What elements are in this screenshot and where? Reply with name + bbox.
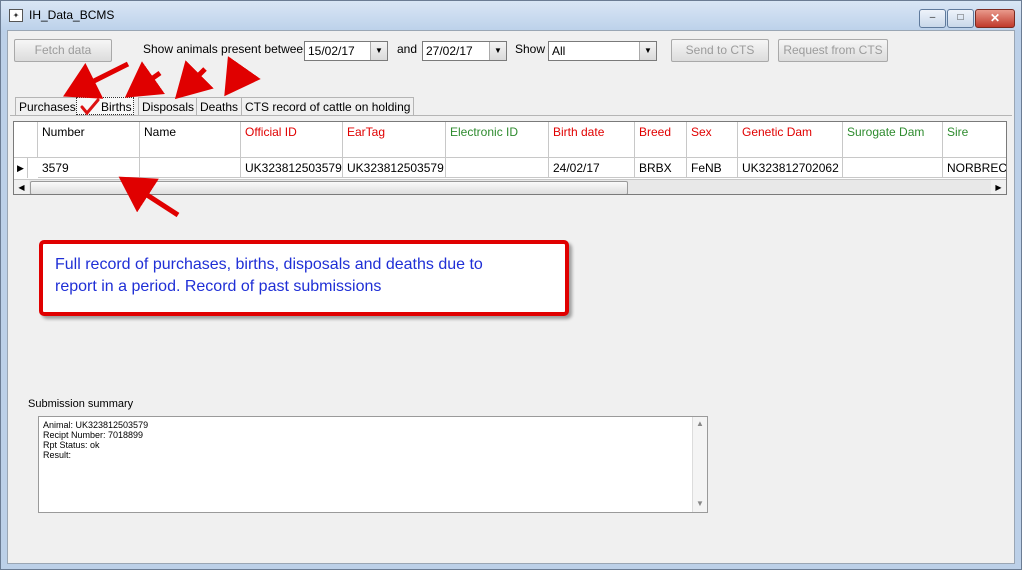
column-header[interactable]: Electronic ID <box>446 122 549 158</box>
annotation-callout: Full record of purchases, births, dispos… <box>39 240 569 316</box>
grid-corner <box>14 122 38 158</box>
send-to-cts-button[interactable]: Send to CTS <box>671 39 769 62</box>
date-from-value: 15/02/17 <box>308 44 355 58</box>
callout-line: report in a period. Record of past submi… <box>55 278 382 295</box>
date-from-combo[interactable]: 15/02/17 ▼ <box>304 41 388 61</box>
table-cell[interactable]: 24/02/17 <box>549 158 635 178</box>
column-header[interactable]: Official ID <box>241 122 343 158</box>
tab-births-label: Births <box>101 100 132 114</box>
app-icon: ✦ <box>9 9 23 22</box>
title-bar[interactable]: ✦ IH_Data_BCMS – □ ✕ <box>1 1 1021 31</box>
checkmark-icon <box>80 98 100 116</box>
scroll-left-icon[interactable]: ◀ <box>14 180 29 194</box>
minimize-button[interactable]: – <box>919 9 946 28</box>
table-cell[interactable] <box>140 158 241 178</box>
close-button[interactable]: ✕ <box>975 9 1015 28</box>
column-header[interactable]: Sire <box>943 122 1006 158</box>
chevron-down-icon[interactable]: ▼ <box>489 42 506 60</box>
scroll-down-icon[interactable]: ▼ <box>693 499 707 509</box>
scroll-up-icon[interactable]: ▲ <box>693 419 707 429</box>
table-cell[interactable]: NORBREC <box>943 158 1006 178</box>
tab-disposals[interactable]: Disposals <box>138 97 199 115</box>
table-cell[interactable] <box>843 158 943 178</box>
tab-cts-record[interactable]: CTS record of cattle on holding <box>241 97 415 115</box>
column-header[interactable]: Genetic Dam <box>738 122 843 158</box>
date-to-value: 27/02/17 <box>426 44 473 58</box>
request-from-cts-button[interactable]: Request from CTS <box>778 39 888 62</box>
tab-purchases[interactable]: Purchases <box>15 97 80 115</box>
show-filter-value: All <box>552 44 566 58</box>
tab-deaths[interactable]: Deaths <box>196 97 243 115</box>
fetch-data-button[interactable]: Fetch data <box>14 39 112 62</box>
submission-summary-label: Submission summary <box>28 398 134 410</box>
show-label: Show <box>515 42 546 56</box>
table-cell[interactable]: FeNB <box>687 158 738 178</box>
column-header[interactable]: Name <box>140 122 241 158</box>
column-header[interactable]: EarTag <box>343 122 446 158</box>
column-header[interactable]: Surogate Dam <box>843 122 943 158</box>
maximize-button[interactable]: □ <box>947 9 974 28</box>
submission-summary-text[interactable]: Animal: UK323812503579 Recipt Number: 70… <box>38 416 708 513</box>
column-header[interactable]: Sex <box>687 122 738 158</box>
summary-line: Animal: UK323812503579 <box>43 420 149 430</box>
table-cell[interactable]: BRBX <box>635 158 687 178</box>
table-cell[interactable] <box>446 158 549 178</box>
scroll-right-icon[interactable]: ▶ <box>991 180 1006 194</box>
callout-line: Full record of purchases, births, dispos… <box>55 256 483 273</box>
show-filter-combo[interactable]: All ▼ <box>548 41 657 61</box>
show-between-label: Show animals present between <box>143 42 310 56</box>
column-header[interactable]: Birth date <box>549 122 635 158</box>
and-label: and <box>397 42 418 56</box>
summary-line: Recipt Number: 7018899 <box>43 430 144 440</box>
scroll-thumb[interactable] <box>30 181 628 194</box>
tab-births[interactable]: Births <box>76 97 134 116</box>
summary-line: Rpt Status: ok <box>43 440 100 450</box>
table-cell[interactable]: UK323812503579 <box>241 158 343 178</box>
data-grid[interactable]: ▶ Number Name Official ID EarTag Electronic … <box>13 121 1007 195</box>
column-header[interactable]: Number <box>38 122 140 158</box>
summary-line: Result: <box>43 450 72 460</box>
horizontal-scrollbar[interactable]: ◀ ▶ <box>14 179 1006 194</box>
row-indicator-icon[interactable]: ▶ <box>14 158 28 178</box>
table-cell[interactable]: UK323812503579 <box>343 158 446 178</box>
date-to-combo[interactable]: 27/02/17 ▼ <box>422 41 507 61</box>
table-cell[interactable]: 3579 <box>38 158 140 178</box>
window-title: IH_Data_BCMS <box>29 8 115 22</box>
chevron-down-icon[interactable]: ▼ <box>639 42 656 60</box>
table-cell[interactable]: UK323812702062 <box>738 158 843 178</box>
chevron-down-icon[interactable]: ▼ <box>370 42 387 60</box>
vertical-scrollbar[interactable]: ▲ ▼ <box>692 417 707 512</box>
column-header[interactable]: Breed <box>635 122 687 158</box>
